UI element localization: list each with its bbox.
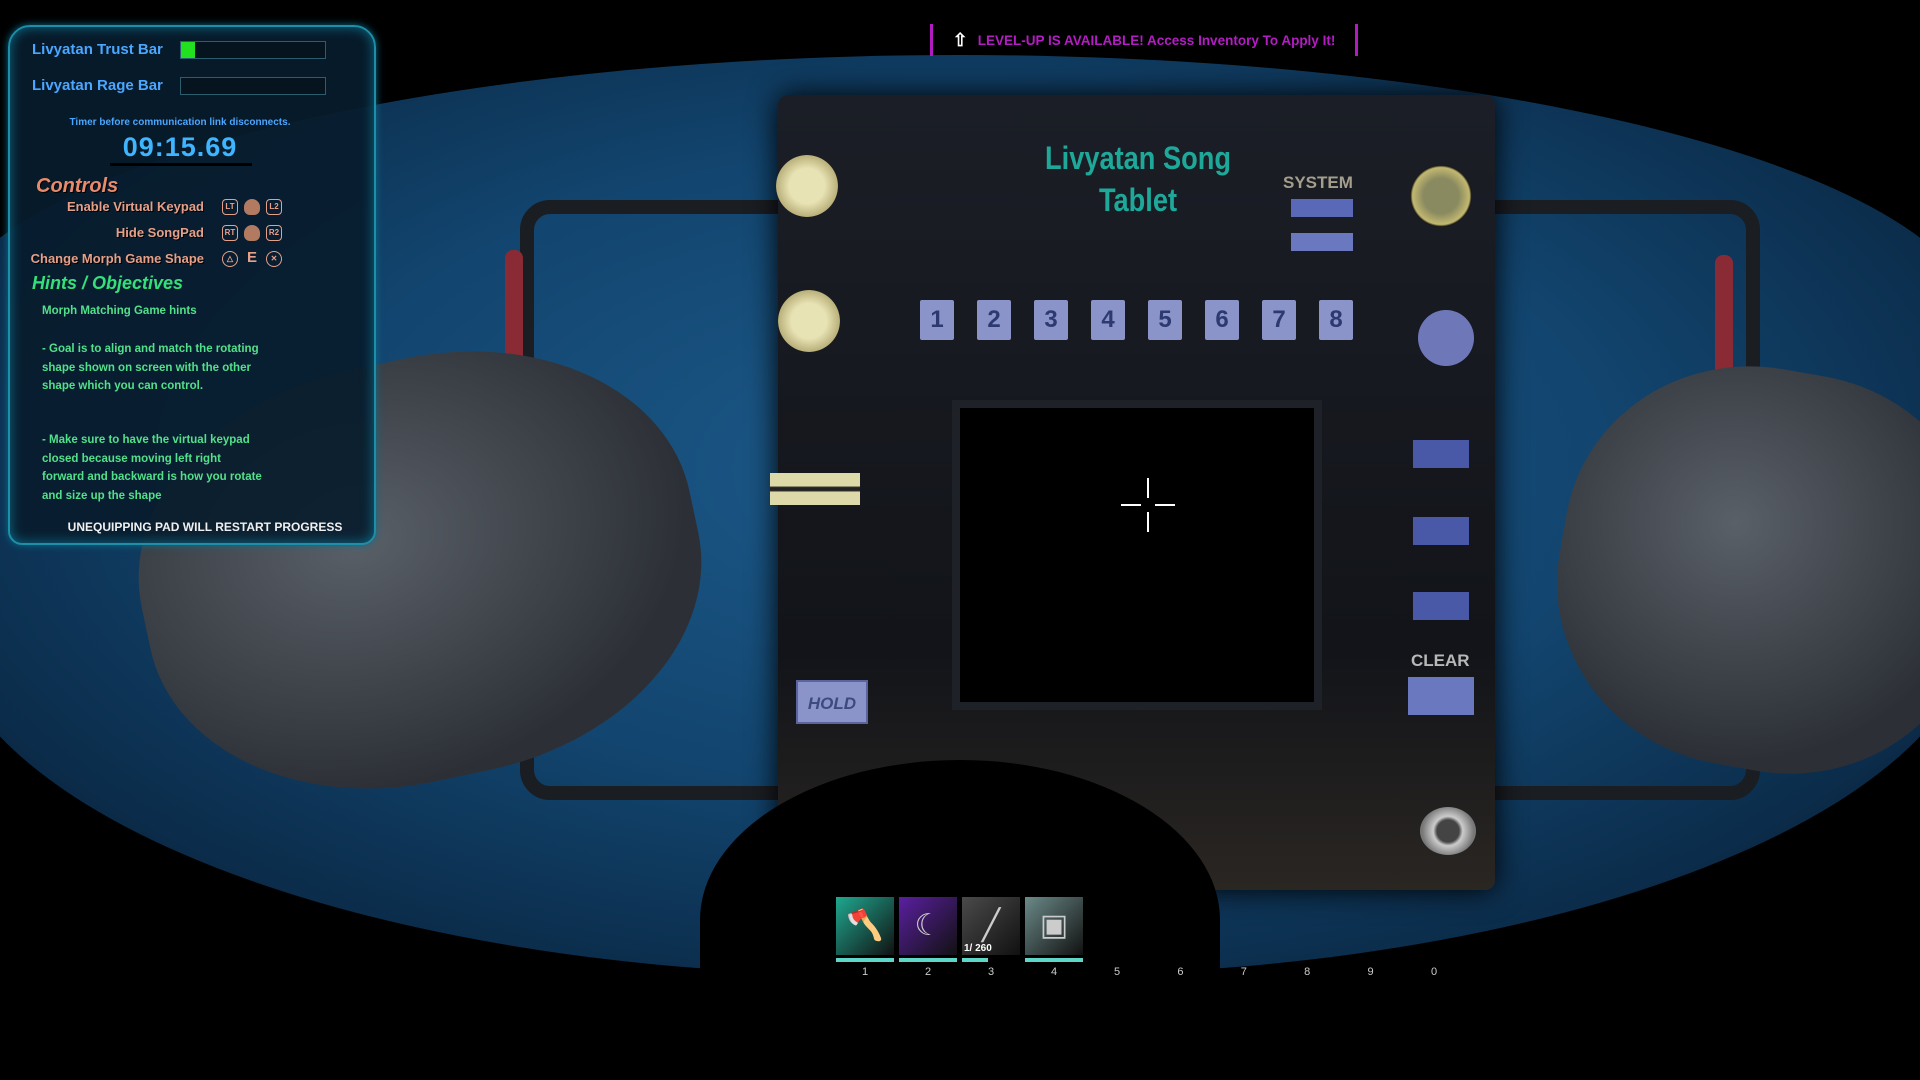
system-label: SYSTEM (1283, 173, 1353, 192)
keypad-button-5[interactable]: 5 (1148, 300, 1182, 340)
control-key-icons: LT L2 (222, 199, 282, 215)
hints-heading: Hints / Objectives (32, 273, 184, 293)
hotbar-key-label: 0 (1430, 966, 1438, 978)
timer-caption: Timer before communication link disconne… (69, 117, 291, 128)
hotbar-slot-2[interactable]: ☾ (899, 897, 957, 955)
timer: 09:15.69 (122, 132, 238, 162)
depth-knob[interactable] (778, 290, 840, 352)
system-button-2[interactable] (1291, 233, 1353, 251)
power-button[interactable] (1420, 807, 1476, 855)
lt-trigger-icon: LT (222, 199, 238, 215)
tablet-title-line2: Tablet (1098, 182, 1178, 218)
hotbar-key-label: 3 (987, 966, 995, 978)
mouse-icon (244, 199, 260, 215)
level-up-text: LEVEL-UP IS AVAILABLE! Access Inventory … (977, 32, 1336, 48)
hotbar-key-label: 4 (1050, 966, 1058, 978)
sickle-icon: ☾ (914, 909, 942, 942)
clear-button[interactable] (1408, 677, 1474, 715)
durability-bar (962, 958, 989, 962)
cross-button-icon: ✕ (266, 251, 282, 267)
rt-trigger-icon: RT (222, 225, 238, 241)
clear-label: CLEAR (1411, 651, 1470, 670)
keypad-button-1[interactable]: 1 (920, 300, 954, 340)
controls-heading: Controls (36, 175, 119, 197)
hotbar-key-label: 1 (861, 966, 869, 978)
control-label: Hide SongPad (115, 225, 204, 240)
level-up-banner: ⇧ LEVEL-UP IS AVAILABLE! Access Inventor… (930, 24, 1358, 56)
rage-bar (180, 77, 326, 95)
tablet-title-line1: Livyatan Song (1045, 140, 1231, 176)
e-key-icon: E (246, 249, 257, 266)
hud-panel: Livyatan Trust Bar Livyatan Rage Bar Tim… (8, 25, 376, 545)
control-label: Enable Virtual Keypad (66, 199, 204, 214)
mouse-icon (244, 225, 260, 241)
hatchet-icon: 🪓 (846, 909, 884, 942)
keypad-button-4[interactable]: 4 (1091, 300, 1125, 340)
side-button-3[interactable] (1413, 592, 1469, 620)
hotbar-slot-3[interactable]: ╱ 1/ 260 (962, 897, 1020, 955)
trust-bar (180, 41, 326, 59)
hotbar-key-label: 8 (1304, 966, 1311, 978)
keypad-button-6[interactable]: 6 (1205, 300, 1239, 340)
ammo-count: 1/ 260 (964, 943, 992, 954)
triangle-button-icon: △ (222, 251, 238, 267)
hotbar-key-label: 6 (1177, 966, 1184, 978)
level-up-arrow-icon: ⇧ (952, 29, 968, 50)
hints-subtitle: Morph Matching Game hints (42, 305, 197, 317)
keypad-button-2[interactable]: 2 (977, 300, 1011, 340)
hold-button[interactable]: HOLD (796, 680, 868, 724)
trust-bar-label: Livyatan Trust Bar (32, 41, 163, 58)
hint-paragraph: - Make sure to have the virtual keypad c… (42, 434, 262, 502)
bottom-shadow (700, 760, 1220, 1080)
durability-bar (1025, 958, 1083, 962)
hint-paragraph: - Goal is to align and match the rotatin… (42, 343, 259, 392)
control-key-icons: △ E ✕ (222, 249, 282, 267)
hotbar-key-label: 7 (1240, 966, 1247, 978)
input-knob[interactable] (776, 155, 838, 217)
keypad-button-8[interactable]: 8 (1319, 300, 1353, 340)
song-tablet-icon: ▣ (1039, 909, 1069, 942)
hotbar-slot-1[interactable]: 🪓 (836, 897, 894, 955)
side-button-2[interactable] (1413, 517, 1469, 545)
durability-bar (899, 958, 957, 962)
r2-trigger-icon: R2 (266, 225, 282, 241)
hotbar-key-label: 2 (924, 966, 932, 978)
keypad-button-3[interactable]: 3 (1034, 300, 1068, 340)
side-button-1[interactable] (1413, 440, 1469, 468)
rage-bar-label: Livyatan Rage Bar (32, 77, 163, 94)
control-label: Change Morph Game Shape (30, 251, 204, 266)
durability-bar (836, 958, 894, 962)
tap-range-button[interactable] (1418, 310, 1474, 366)
tablet-title: Livyatan Song Tablet (1036, 137, 1240, 221)
hotbar-key-label: 9 (1367, 966, 1374, 978)
right-knob[interactable] (1410, 165, 1472, 227)
hotbar-key-label: 5 (1113, 966, 1121, 978)
control-key-icons: RT R2 (222, 225, 282, 241)
tablet-screen (952, 400, 1322, 710)
trust-bar-fill (181, 42, 196, 58)
keypad-button-7[interactable]: 7 (1262, 300, 1296, 340)
l2-trigger-icon: L2 (266, 199, 282, 215)
hotbar-slot-4[interactable]: ▣ (1025, 897, 1083, 955)
slider-handle[interactable] (770, 473, 860, 505)
timer-underline (110, 163, 252, 166)
system-button-1[interactable] (1291, 199, 1353, 217)
unequip-warning: UNEQUIPPING PAD WILL RESTART PROGRESS (67, 520, 343, 534)
